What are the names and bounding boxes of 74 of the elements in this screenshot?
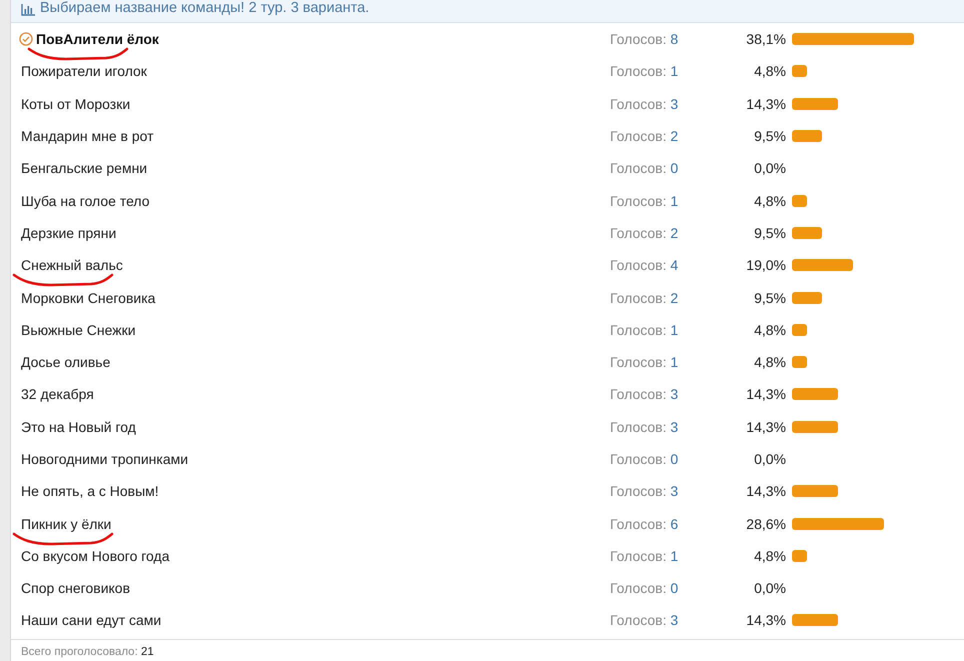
votes-count: Голосов: 0 [610,580,680,596]
votes-count: Голосов: 1 [610,322,680,338]
option-name: Не опять, а с Новым! [21,483,159,500]
votes-count: Голосов: 2 [610,128,680,144]
percent-text: 38,1% [745,31,786,48]
option-name: Досье оливье [21,354,110,370]
percent-text: 9,5% [753,224,786,241]
percent-text: 14,3% [745,483,786,500]
option-name: Новогодними тропинками [21,451,188,467]
option-name: Пикник у ёлки [21,516,112,532]
percent-text: 4,8% [753,548,786,564]
votes-count: Голосов: 6 [610,516,680,532]
votes-count: Голосов: 1 [610,63,680,80]
option-name: ПовАлители ёлок [36,31,159,48]
percent-text: 14,3% [745,418,786,435]
percent-text: 28,6% [745,516,786,532]
result-bar [792,614,838,626]
percent-text: 4,8% [753,322,786,338]
option-name: Шуба на голое тело [21,192,150,209]
votes-count: Голосов: 2 [610,290,680,306]
votes-count: Голосов: 8 [610,31,680,48]
percent-text: 9,5% [753,128,786,144]
option-name: Пожиратели иголок [21,63,147,80]
result-bar [792,550,808,562]
option-name: Мандарин мне в рот [21,128,154,144]
result-bar [792,98,838,110]
option-name: Со вкусом Нового года [21,548,170,564]
votes-count: Голосов: 3 [610,96,680,112]
percent-text: 4,8% [753,354,786,370]
option-name: Наши сани едут сами [21,612,162,628]
votes-count: Голосов: 3 [610,418,680,435]
result-bar [792,388,838,400]
bar-chart-icon [21,4,35,16]
votes-count: Голосов: 1 [610,548,680,564]
option-name: Вьюжные Снежки [21,322,136,338]
votes-count: Голосов: 0 [610,451,680,467]
option-name: Коты от Морозки [21,96,130,112]
percent-text: 14,3% [745,386,786,402]
percent-text: 14,3% [745,612,786,628]
percent-text: 0,0% [753,160,786,176]
votes-count: Голосов: 2 [610,224,680,241]
result-bar [792,194,808,207]
result-bar [792,420,838,433]
percent-text: 19,0% [745,257,786,274]
percent-text: 14,3% [745,96,786,112]
result-bar [792,226,822,239]
result-bar [792,259,853,272]
total-votes: Всего проголосовало: 21 [11,638,964,661]
result-bar [792,356,808,368]
option-name: Бенгальские ремни [21,160,148,176]
votes-count: Голосов: 0 [610,160,680,176]
result-bar [792,324,808,336]
votes-count: Голосов: 3 [610,386,680,402]
percent-text: 9,5% [753,290,786,306]
option-name: Снежный вальс [21,257,123,274]
option-name: Морковки Снеговика [21,290,156,306]
option-name: Спор снеговиков [21,580,130,596]
poll-title: Выбираем название команды! 2 тур. 3 варианта. [40,0,370,16]
votes-count: Голосов: 4 [610,257,680,274]
percent-text: 0,0% [753,580,786,596]
option-name: Дерзкие пряни [21,224,116,241]
votes-count: Голосов: 3 [610,483,680,500]
votes-count: Голосов: 1 [610,354,680,370]
percent-text: 0,0% [753,451,786,467]
percent-text: 4,8% [753,192,786,209]
result-bar [792,65,808,78]
votes-count: Голосов: 3 [610,612,680,628]
result-bar [792,130,822,142]
percent-text: 4,8% [753,63,786,80]
option-name: 32 декабря [21,386,94,402]
option-name: Это на Новый год [21,418,136,435]
result-bar [792,292,822,304]
votes-count: Голосов: 1 [610,192,680,209]
result-bar [792,485,838,498]
